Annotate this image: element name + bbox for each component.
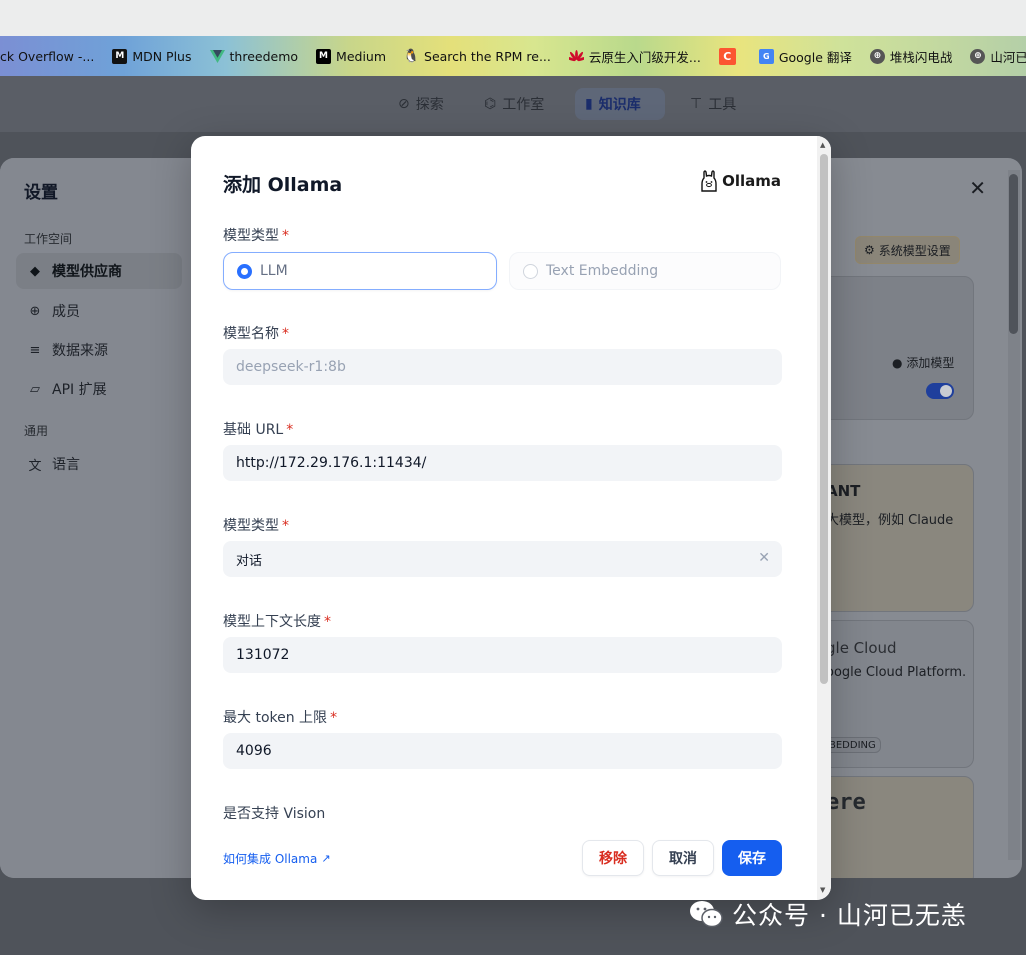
wechat-icon [690,901,723,928]
model-name-input[interactable]: deepseek-r1:8b [223,349,782,385]
completion-type-select[interactable]: 对话 ✕ [223,541,782,577]
linux-icon: 🐧 [403,48,420,64]
system-model-settings-button[interactable]: ⚙ 系统模型设置 [855,236,960,264]
completion-type-label: 模型类型 * [223,518,289,534]
nav-knowledge[interactable]: ▮ 知识库 [575,88,665,120]
bookmark-stackoverflow[interactable]: ck Overflow -... [0,36,103,76]
settings-title: 设置 [24,183,58,203]
ollama-help-link[interactable]: 如何集成 Ollama ↗ [223,850,331,867]
bookmark-medium[interactable]: M Medium [307,36,395,76]
external-link-icon: ↗ [321,852,331,865]
hammer-icon: ⊤ [690,96,703,112]
model-name-label: 模型名称 * [223,326,289,342]
base-url-input[interactable]: http://172.29.176.1:11434/ [223,445,782,481]
option-llm[interactable]: LLM [223,252,497,290]
provider-card-ollama [820,276,974,420]
cube-icon: ◆ [30,263,40,279]
modal-scrollbar[interactable]: ▲ ▼ [817,136,831,900]
google-name: gle Cloud [826,639,897,657]
add-ollama-modal: 添加 Ollama Ollama 模型类型 * LLM Text Embeddin… [191,136,831,900]
book-icon: ▮ [585,96,593,112]
csdn-icon: C [718,47,736,65]
google-desc: oogle Cloud Platform. [826,665,967,680]
bookmark-rpm-search[interactable]: 🐧 Search the RPM re... [395,36,560,76]
compass-icon: ⊘ [398,96,410,112]
settings-item-language[interactable]: 文语言 [16,446,182,482]
huawei-icon [568,49,584,64]
close-icon[interactable]: ✕ [969,176,986,200]
puzzle-icon: ▱ [30,381,40,397]
browser-tab-strip [0,0,1026,36]
bookmarks-bar: ck Overflow -... M MDN Plus threedemo M … [0,36,1026,76]
members-icon: ⊕ [29,303,41,319]
group-workspace: 工作空间 [24,232,73,246]
translate-icon: 文 [28,458,42,474]
modal-scrollbar-thumb[interactable] [820,154,828,684]
globe-icon: ⊕ [970,48,986,64]
nav-studio[interactable]: ⌬ 工作室 [474,88,554,120]
database-icon: ≡ [29,342,41,358]
scroll-down-icon[interactable]: ▼ [820,886,825,894]
settings-item-model-provider[interactable]: ◆ 模型供应商 [16,253,182,289]
save-button[interactable]: 保存 [722,840,782,876]
context-length-input[interactable]: 131072 [223,637,782,673]
settings-item-data-source[interactable]: ≡ 数据来源 [16,332,182,368]
app-top-nav: ⊘ 探索 ⌬ 工作室 ▮ 知识库 ⊤ 工具 [0,76,1026,132]
bookmark-stack-blitz[interactable]: ⊕ 堆栈闪电战 [861,36,962,76]
medium-icon: M [316,48,332,64]
bookmark-threedemo[interactable]: threedemo [201,36,308,76]
bookmark-mdn[interactable]: M MDN Plus [103,36,200,76]
page-scrollbar-thumb[interactable] [1009,174,1018,334]
scroll-up-icon[interactable]: ▲ [820,141,825,149]
plus-icon: ● [892,356,903,370]
ollama-logo-icon [701,170,717,192]
radio-unselected-icon [523,263,538,279]
google-translate-icon: G [758,48,774,64]
clear-icon[interactable]: ✕ [758,550,770,566]
model-type-label: 模型类型 * [223,228,289,244]
vision-support-label: 是否支持 Vision [223,806,326,822]
bookmark-huawei[interactable]: 云原生入门级开发... [560,36,710,76]
context-length-label: 模型上下文长度 * [223,614,331,630]
robot-icon: ⌬ [484,96,497,112]
vue-icon [209,49,225,64]
wechat-watermark: 公众号 · 山河已无恙 [688,896,967,932]
modal-title: 添加 Ollama [223,174,343,196]
max-token-label: 最大 token 上限 * [223,710,338,726]
ollama-brand: Ollama [700,170,781,192]
bookmark-google-translate[interactable]: G Google 翻译 [750,36,861,76]
settings-item-api-extension[interactable]: ▱ API 扩展 [16,371,182,407]
settings-item-members[interactable]: ⊕ 成员 [16,293,182,329]
globe-icon: ⊕ [869,48,885,64]
page-scrollbar[interactable] [1008,170,1020,860]
bookmark-shanhe[interactable]: ⊕ 山河已无恙的 [961,36,1026,76]
cohere-name: ere [826,790,866,815]
nav-explore[interactable]: ⊘ 探索 [388,88,454,120]
group-general: 通用 [24,424,49,438]
mdn-icon: M [112,48,128,64]
nav-tools[interactable]: ⊤ 工具 [680,88,746,120]
embedding-badge: BEDDING [824,737,881,753]
gear-icon: ⚙ [864,243,875,257]
cancel-button[interactable]: 取消 [652,840,714,876]
anthropic-name: ANT [826,482,861,500]
radio-selected-icon [237,263,252,279]
settings-sidebar: 设置 工作空间 ◆ 模型供应商 ⊕ 成员 ≡ 数据来源 ▱ API 扩展 通用 文语言 [0,158,192,878]
base-url-label: 基础 URL * [223,422,294,438]
max-token-input[interactable]: 4096 [223,733,782,769]
provider-toggle[interactable] [926,383,954,399]
add-model-button[interactable]: ● 添加模型 [892,354,954,371]
remove-button[interactable]: 移除 [582,840,644,876]
option-text-embedding[interactable]: Text Embedding [509,252,781,290]
bookmark-csdn[interactable]: C [710,36,750,76]
anthropic-desc: 大模型，例如 Claude [826,513,954,528]
